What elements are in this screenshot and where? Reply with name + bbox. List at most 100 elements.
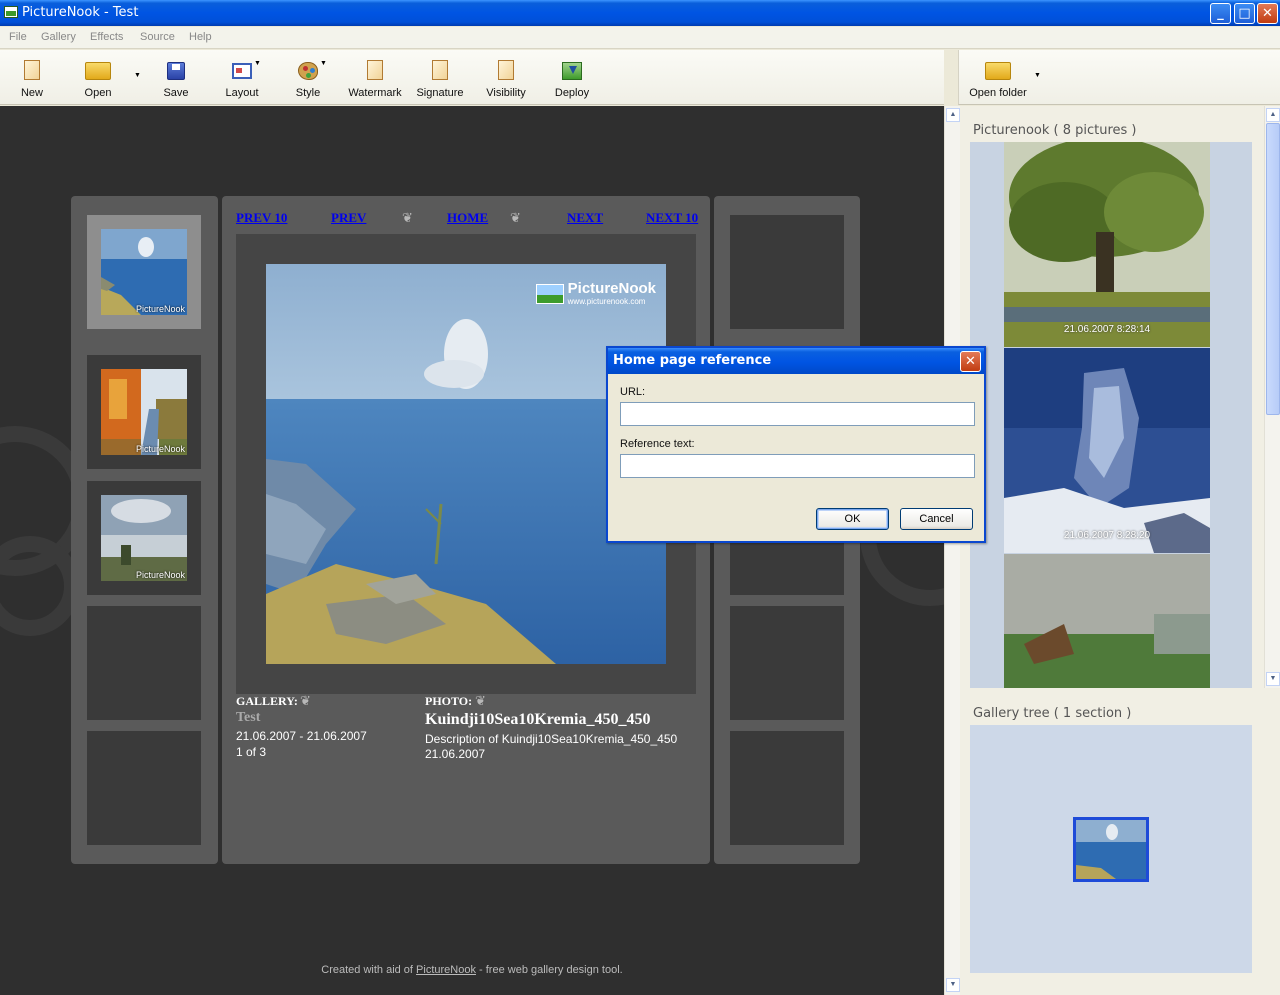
deploy-icon: [562, 62, 582, 80]
app-icon: [4, 6, 18, 18]
gallery-tree-title: Gallery tree ( 1 section ): [973, 706, 1132, 721]
oak-tree-picture: [1004, 142, 1210, 347]
thumbnail-autumn[interactable]: PictureNook: [101, 369, 187, 455]
cancel-button[interactable]: Cancel: [900, 508, 973, 530]
url-input[interactable]: [620, 402, 975, 426]
autumn-thumbnail-image: [101, 369, 187, 455]
menu-gallery[interactable]: Gallery: [41, 31, 76, 43]
reference-text-label: Reference text:: [620, 438, 695, 450]
reference-text-input[interactable]: [620, 454, 975, 478]
new-button[interactable]: New: [0, 58, 64, 99]
scroll-down-arrow-icon[interactable]: ▼: [946, 978, 960, 992]
menu-file[interactable]: File: [9, 31, 27, 43]
home-page-reference-dialog: Home page reference ✕ URL: Reference tex…: [606, 346, 986, 543]
thumbnail-slot[interactable]: PictureNook: [87, 215, 201, 329]
thumbnail-sea[interactable]: PictureNook: [101, 229, 187, 315]
ornament-icon: ❦: [475, 693, 486, 708]
scroll-thumb[interactable]: [1266, 123, 1280, 415]
thumbnail-slot[interactable]: PictureNook: [87, 481, 201, 595]
picture-item[interactable]: 21.06.2007 8:28:20: [1004, 348, 1210, 553]
save-disk-icon: [167, 62, 185, 80]
preview-scrollbar[interactable]: ▲ ▼: [944, 106, 960, 995]
footer-credit: Created with aid of PictureNook - free w…: [321, 964, 623, 976]
dialog-title-bar: Home page reference ✕: [608, 348, 984, 374]
layout-icon: [232, 63, 252, 79]
picturenook-link[interactable]: PictureNook: [416, 964, 476, 976]
menu-source[interactable]: Source: [140, 31, 175, 43]
watermark-document-icon: [367, 60, 383, 80]
thumbnail-slot-empty: [730, 215, 844, 329]
photo-date: 21.06.2007: [425, 747, 486, 761]
folder-icon: [85, 62, 111, 80]
pictures-list[interactable]: 21.06.2007 8:28:14 21.06.2007 8:28:20: [970, 142, 1252, 688]
gallery-preview: PictureNook PictureNook PictureNook PREV…: [0, 106, 944, 995]
gallery-tree: [970, 725, 1252, 973]
thumbnail-slot-empty: [730, 606, 844, 720]
open-folder-button[interactable]: Open folder: [963, 58, 1033, 99]
prev-link[interactable]: PREV: [331, 210, 366, 226]
gallery-dates: 21.06.2007 - 21.06.2007: [236, 729, 367, 743]
menu-help[interactable]: Help: [189, 31, 212, 43]
ornament-icon: ❦: [402, 210, 413, 225]
photo-label: PHOTO:: [425, 694, 473, 708]
thumbnail-column-left: PictureNook PictureNook PictureNook: [71, 196, 218, 864]
open-button[interactable]: Open: [66, 58, 130, 99]
home-link[interactable]: HOME: [447, 210, 488, 226]
watermark-button[interactable]: Watermark: [343, 58, 407, 99]
signature-button[interactable]: Signature: [408, 58, 472, 99]
dialog-close-icon[interactable]: ✕: [960, 351, 981, 372]
new-document-icon: [24, 60, 40, 80]
rainbow-field-picture: [1004, 554, 1210, 688]
close-button[interactable]: ✕: [1257, 3, 1278, 24]
picturenook-logo-icon: [535, 284, 564, 304]
signature-document-icon: [432, 60, 448, 80]
pictures-title: Picturenook ( 8 pictures ): [973, 123, 1137, 138]
gallery-name: Test: [236, 710, 261, 725]
layout-button[interactable]: Layout: [210, 58, 274, 99]
url-label: URL:: [620, 386, 646, 398]
thumbnail-lake[interactable]: PictureNook: [101, 495, 187, 581]
lake-thumbnail-image: [101, 495, 187, 581]
thumbnail-slot[interactable]: PictureNook: [87, 355, 201, 469]
style-button[interactable]: Style: [276, 58, 340, 99]
maximize-button[interactable]: □: [1234, 3, 1255, 24]
scroll-up-arrow-icon[interactable]: ▲: [946, 108, 960, 122]
ornament-icon: ❦: [510, 210, 521, 225]
thumbnail-slot-empty: [87, 606, 201, 720]
dialog-title: Home page reference: [613, 353, 772, 368]
ornament-icon: ❦: [300, 693, 311, 708]
gallery-tree-node[interactable]: [1073, 817, 1149, 882]
menu-effects[interactable]: Effects: [90, 31, 123, 43]
sea-thumbnail-image: [101, 229, 187, 315]
open-folder-dropdown-arrow-icon[interactable]: ▼: [1034, 72, 1041, 79]
pictures-scrollbar[interactable]: ▲ ▼: [1264, 106, 1280, 688]
snow-tree-picture: [1004, 348, 1210, 553]
folder-toolbar: Open folder ▼: [958, 50, 1280, 105]
next-link[interactable]: NEXT: [567, 210, 603, 226]
prev10-link[interactable]: PREV 10: [236, 210, 287, 226]
thumbnail-slot-empty: [730, 731, 844, 845]
window-title: PictureNook - Test: [22, 5, 139, 20]
deploy-button[interactable]: Deploy: [540, 58, 604, 99]
photo-name: Kuindji10Sea10Kremia_450_450: [425, 711, 651, 728]
save-button[interactable]: Save: [144, 58, 208, 99]
picture-item[interactable]: [1004, 554, 1210, 688]
open-dropdown-arrow-icon[interactable]: ▼: [134, 72, 141, 79]
gallery-label: GALLERY:: [236, 694, 298, 708]
ok-button[interactable]: OK: [816, 508, 889, 530]
thumbnail-slot-empty: [87, 731, 201, 845]
picture-item[interactable]: 21.06.2007 8:28:14: [1004, 142, 1210, 347]
next10-link[interactable]: NEXT 10: [646, 210, 698, 226]
style-dropdown-arrow-icon[interactable]: ▼: [320, 60, 327, 67]
watermark: PictureNook www.picturenook.com: [535, 280, 656, 306]
visibility-button[interactable]: Visibility: [474, 58, 538, 99]
scroll-down-arrow-icon[interactable]: ▼: [1266, 672, 1280, 686]
layout-dropdown-arrow-icon[interactable]: ▼: [254, 60, 261, 67]
window-title-bar: PictureNook - Test _ □ ✕: [0, 0, 1280, 26]
minimize-button[interactable]: _: [1210, 3, 1231, 24]
scroll-up-arrow-icon[interactable]: ▲: [1266, 108, 1280, 122]
folder-icon: [985, 62, 1011, 80]
visibility-document-icon: [498, 60, 514, 80]
main-toolbar: New Open ▼ Save Layout ▼ Style ▼ Waterma…: [0, 50, 944, 105]
photo-description: Description of Kuindji10Sea10Kremia_450_…: [425, 732, 678, 746]
